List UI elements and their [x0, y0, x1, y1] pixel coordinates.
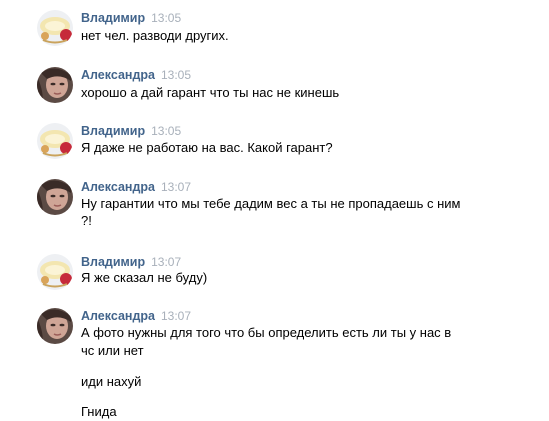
avatar[interactable]	[37, 179, 73, 215]
avatar[interactable]	[37, 67, 73, 103]
message-header: Владимир 13:05	[81, 123, 181, 139]
author-name[interactable]: Владимир	[81, 255, 145, 269]
message-text: нет чел. разводи других.	[81, 28, 229, 43]
avatar[interactable]	[37, 308, 73, 344]
message-text: Гнида	[81, 404, 117, 419]
message-header: Александра 13:07	[81, 308, 191, 324]
message-text-continuation: чс или нет	[81, 343, 144, 358]
message-text: иди нахуй	[81, 374, 142, 389]
message-text: Ну гарантии что мы тебе дадим вес а ты н…	[81, 196, 461, 211]
vladimir-avatar-icon	[37, 10, 73, 46]
avatar[interactable]	[37, 123, 73, 159]
message-text: Я даже не работаю на вас. Какой гарант?	[81, 140, 333, 155]
vladimir-avatar-icon	[37, 254, 73, 290]
alexandra-avatar-icon	[37, 179, 73, 215]
timestamp[interactable]: 13:07	[161, 180, 191, 194]
timestamp[interactable]: 13:05	[161, 68, 191, 82]
message-text: хорошо а дай гарант что ты нас не кинешь	[81, 85, 340, 100]
author-name[interactable]: Александра	[81, 309, 155, 323]
message-header: Владимир 13:07	[81, 254, 181, 270]
author-name[interactable]: Александра	[81, 180, 155, 194]
message-header: Владимир 13:05	[81, 10, 181, 26]
message-text: А фото нужны для того что бы определить …	[81, 325, 452, 340]
avatar[interactable]	[37, 10, 73, 46]
timestamp[interactable]: 13:05	[151, 11, 181, 25]
timestamp[interactable]: 13:07	[161, 309, 191, 323]
alexandra-avatar-icon	[37, 308, 73, 344]
avatar[interactable]	[37, 254, 73, 290]
author-name[interactable]: Владимир	[81, 124, 145, 138]
timestamp[interactable]: 13:07	[151, 255, 181, 269]
author-name[interactable]: Владимир	[81, 11, 145, 25]
message-header: Александра 13:05	[81, 67, 191, 83]
message-header: Александра 13:07	[81, 179, 191, 195]
author-name[interactable]: Александра	[81, 68, 155, 82]
vladimir-avatar-icon	[37, 123, 73, 159]
timestamp[interactable]: 13:05	[151, 124, 181, 138]
message-text-continuation: ?!	[81, 213, 92, 228]
message-text: Я же сказал не буду)	[81, 270, 208, 285]
alexandra-avatar-icon	[37, 67, 73, 103]
